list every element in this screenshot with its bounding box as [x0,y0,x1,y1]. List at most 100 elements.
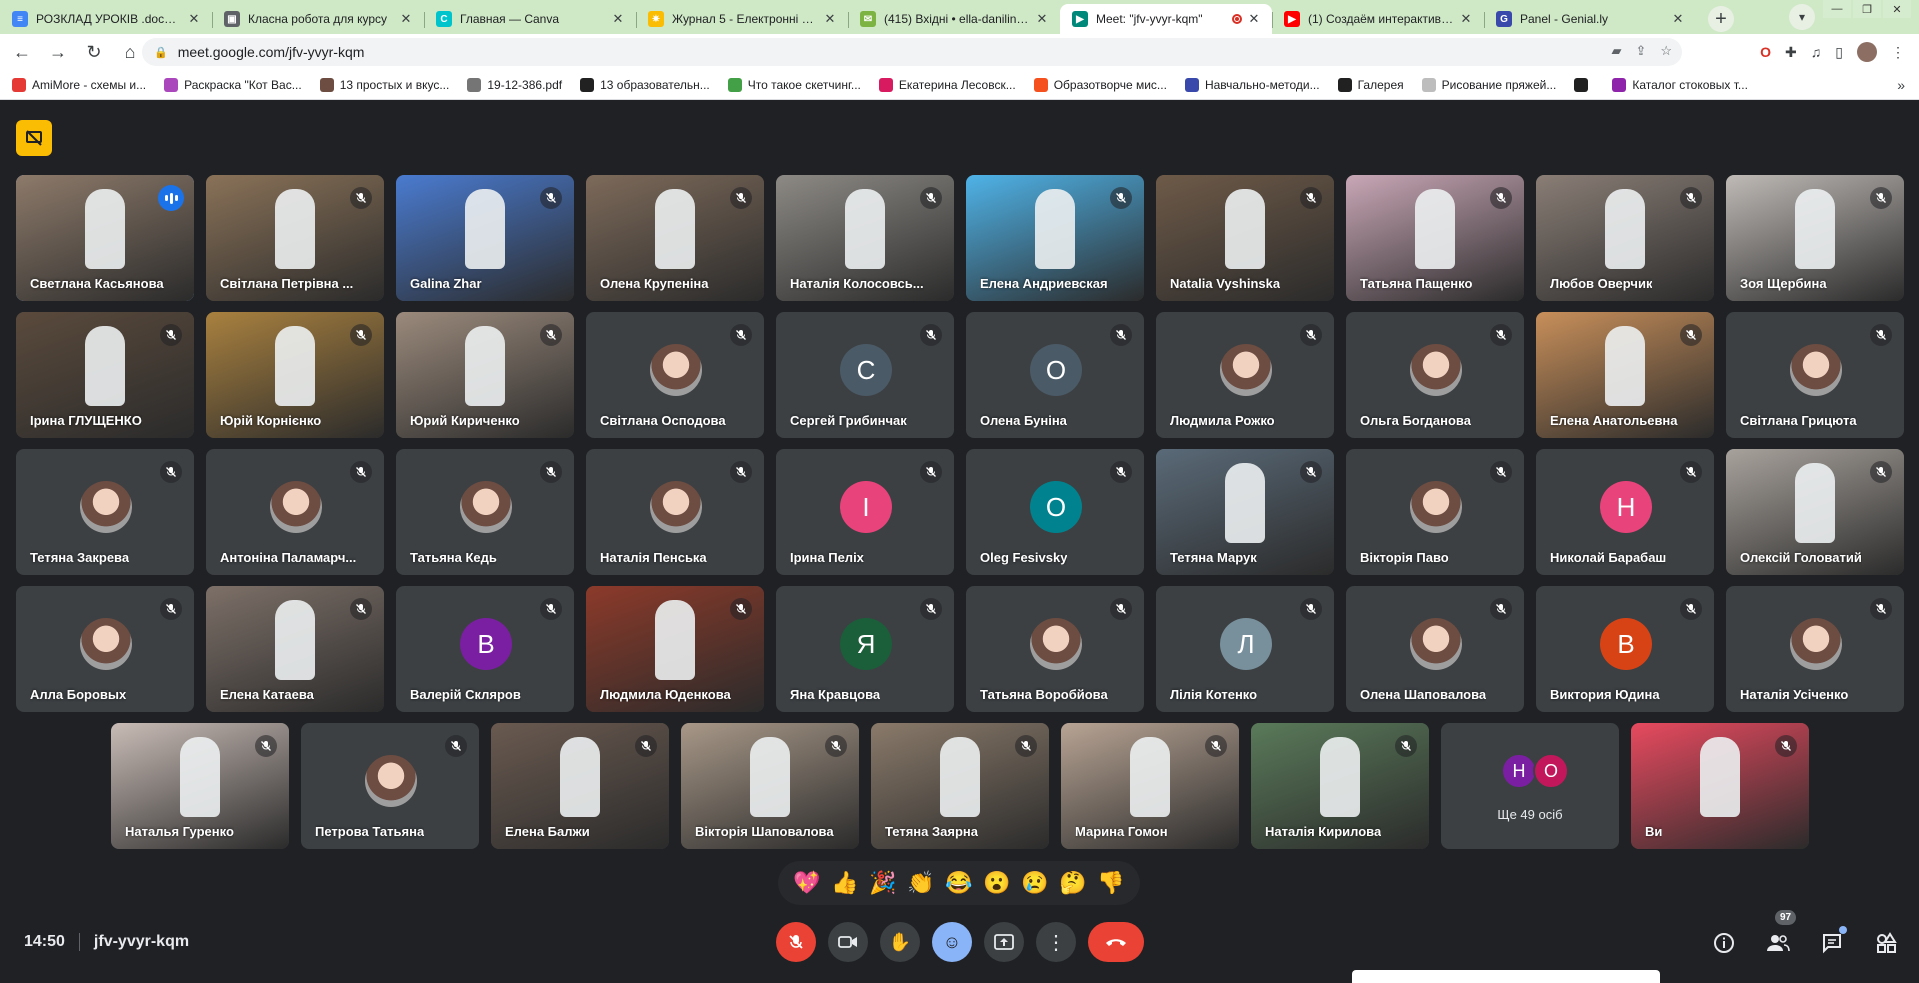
participant-tile[interactable]: Вікторія Паво [1346,449,1524,575]
close-window-icon[interactable]: ✕ [1883,0,1911,18]
bookmarks-overflow-icon[interactable]: » [1897,77,1905,93]
tab-close-icon[interactable]: ✕ [186,11,202,27]
participant-tile[interactable]: Світлана Грицюта [1726,312,1904,438]
reaction-emoji[interactable]: 👏 [905,867,937,899]
participant-tile[interactable]: С Сергей Грибинчак [776,312,954,438]
tab-close-icon[interactable]: ✕ [822,11,838,27]
bookmark-item[interactable]: 13 простых и вкус... [319,77,449,92]
participant-tile[interactable]: Алла Боровых [16,586,194,712]
bookmark-item[interactable]: AmiMore - схемы и... [12,77,146,92]
meeting-details-button[interactable] [1709,928,1739,958]
participant-tile[interactable]: Зоя Щербина [1726,175,1904,301]
participant-tile[interactable]: Людмила Юденкова [586,586,764,712]
more-options-button[interactable]: ⋮ [1036,922,1076,962]
bookmark-item[interactable]: Галерея [1337,77,1404,92]
participant-tile[interactable]: І Ірина Пеліх [776,449,954,575]
leave-call-button[interactable] [1088,922,1144,962]
participant-tile[interactable]: Світлана Петрівна ... [206,175,384,301]
reaction-emoji[interactable]: 😂 [943,867,975,899]
participant-tile[interactable]: Татьяна Воробйова [966,586,1144,712]
browser-tab[interactable]: ▶ Meet: "jfv-yvyr-kqm" ✕ [1060,4,1272,34]
participant-tile[interactable]: Наталія Усіченко [1726,586,1904,712]
participant-tile[interactable]: О Олена Буніна [966,312,1144,438]
camera-blocked-icon[interactable]: ▰ [1611,43,1621,59]
bookmark-item[interactable]: 13 образовательн... [580,77,710,92]
reaction-emoji[interactable]: 👍 [829,867,861,899]
participant-tile[interactable]: Олена Крупеніна [586,175,764,301]
people-button[interactable]: 97 [1763,910,1797,958]
address-bar[interactable]: 🔒 meet.google.com/jfv-yvyr-kqm ▰ ⇪ ☆ [142,38,1682,66]
present-button[interactable] [984,922,1024,962]
reaction-emoji[interactable]: 😮 [981,867,1013,899]
participant-tile[interactable]: Тетяна Заярна [871,723,1049,849]
browser-tab[interactable]: ✉ (415) Вхідні • ella-danilina@ ✕ [848,4,1060,34]
back-icon[interactable]: ← [8,38,36,66]
media-control-icon[interactable]: ♫ [1811,44,1822,60]
participant-tile[interactable]: В Валерій Скляров [396,586,574,712]
browser-menu-icon[interactable]: ⋮ [1891,44,1905,61]
side-panel-icon[interactable]: ▯ [1835,44,1843,61]
bookmark-item[interactable]: Каталог стоковых т... [1612,77,1748,92]
participant-tile[interactable]: Любов Оверчик [1536,175,1714,301]
browser-tab[interactable]: ▣ Класна робота для курсу ✕ [212,4,424,34]
tab-close-icon[interactable]: ✕ [1034,11,1050,27]
tab-close-icon[interactable]: ✕ [610,11,626,27]
participant-tile[interactable]: Марина Гомон [1061,723,1239,849]
participant-tile[interactable]: Вікторія Шаповалова [681,723,859,849]
tab-close-icon[interactable]: ✕ [1458,11,1474,27]
participant-tile[interactable]: Ви [1631,723,1809,849]
participant-tile[interactable]: Л Лілія Котенко [1156,586,1334,712]
bookmark-item[interactable]: Навчально-методи... [1184,77,1320,92]
participant-tile[interactable]: Тетяна Марук [1156,449,1334,575]
participant-tile[interactable]: В Виктория Юдина [1536,586,1714,712]
presentation-notice-icon[interactable] [16,120,52,156]
share-icon[interactable]: ⇪ [1635,43,1646,59]
camera-button[interactable] [828,922,868,962]
browser-tab[interactable]: C Главная — Canva ✕ [424,4,636,34]
new-tab-button[interactable]: + [1708,6,1734,32]
participant-tile[interactable]: Татьяна Пащенко [1346,175,1524,301]
participant-tile[interactable]: O Oleg Fesivsky [966,449,1144,575]
participant-tile[interactable]: Н Николай Барабаш [1536,449,1714,575]
participant-tile[interactable]: Natalia Vyshinska [1156,175,1334,301]
lock-icon[interactable]: 🔒 [154,46,168,59]
participant-tile[interactable]: Ольга Богданова [1346,312,1524,438]
raise-hand-button[interactable]: ✋ [880,922,920,962]
browser-tab[interactable]: ▶ (1) Создаём интерактивны ✕ [1272,4,1484,34]
microphone-off-button[interactable] [776,922,816,962]
participant-tile[interactable]: Наталія Колосовсь... [776,175,954,301]
bookmark-item[interactable]: Что такое скетчинг... [727,77,861,92]
reaction-emoji[interactable]: 🤔 [1057,867,1089,899]
participant-tile[interactable]: Я Яна Кравцова [776,586,954,712]
browser-tab[interactable]: ✷ Журнал 5 - Електронні що ✕ [636,4,848,34]
participant-tile[interactable]: Людмила Рожко [1156,312,1334,438]
bookmark-item[interactable]: 19-12-386.pdf [467,77,562,92]
browser-tab[interactable]: ≡ РОЗКЛАД УРОКІВ .docx - G ✕ [0,4,212,34]
reaction-emoji[interactable]: 😢 [1019,867,1051,899]
bookmark-item[interactable]: Екатерина Лесовск... [878,77,1016,92]
participant-tile[interactable]: Наталья Гуренко [111,723,289,849]
participant-tile[interactable]: Тетяна Закрева [16,449,194,575]
bookmark-item[interactable]: Рисование пряжей... [1421,77,1556,92]
bookmark-item[interactable] [1574,77,1594,92]
participant-tile[interactable]: Юрій Корнієнко [206,312,384,438]
forward-icon[interactable]: → [44,38,72,66]
participant-tile[interactable]: Татьяна Кедь [396,449,574,575]
bookmark-item[interactable]: Раскраска "Кот Вас... [164,77,302,92]
browser-tab[interactable]: G Panel - Genial.ly ✕ [1484,4,1696,34]
participant-tile[interactable]: Елена Анатольевна [1536,312,1714,438]
participant-tile[interactable]: Елена Андриевская [966,175,1144,301]
participant-tile[interactable]: Світлана Осподова [586,312,764,438]
participant-tile[interactable]: Наталія Пенська [586,449,764,575]
participant-tile[interactable]: Антоніна Паламарч... [206,449,384,575]
participant-tile[interactable]: Елена Катаева [206,586,384,712]
opera-extension-icon[interactable]: O [1760,44,1771,60]
more-participants-tile[interactable]: Н О Ще 49 осіб [1441,723,1619,849]
home-icon[interactable]: ⌂ [116,38,144,66]
participant-tile[interactable]: Ірина ГЛУЩЕНКО [16,312,194,438]
participant-tile[interactable]: Олена Шаповалова [1346,586,1524,712]
tab-search-icon[interactable]: ▾ [1789,4,1815,30]
participant-tile[interactable]: Елена Балжи [491,723,669,849]
participant-tile[interactable]: Петрова Татьяна [301,723,479,849]
participant-tile[interactable]: Galina Zhar [396,175,574,301]
